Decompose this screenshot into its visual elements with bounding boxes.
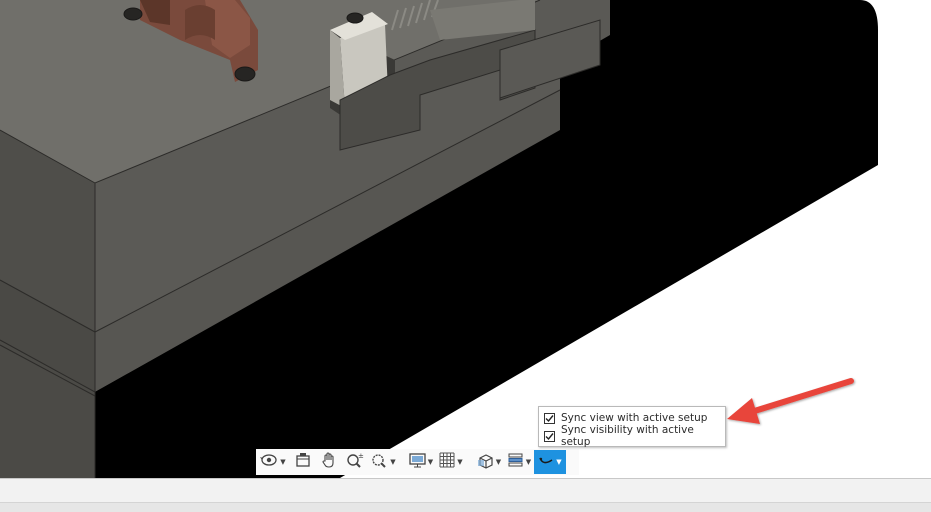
section-analysis-button[interactable]: ▼ [504, 450, 534, 474]
look-at-button[interactable] [290, 450, 316, 474]
pan-icon [321, 451, 337, 473]
checkmark-icon [545, 414, 554, 422]
sync-visibility-option[interactable]: Sync visibility with active setup [544, 424, 725, 448]
svg-text:±: ± [358, 452, 364, 460]
fit-button[interactable]: ▼ [368, 450, 398, 474]
sync-setup-icon [538, 453, 554, 471]
display-settings-button[interactable]: ▼ [406, 450, 436, 474]
sync-options-menu: Sync view with active setup Sync visibil… [538, 406, 726, 448]
chevron-down-icon: ▼ [280, 458, 286, 466]
cad-model-viewport[interactable] [0, 0, 931, 478]
chevron-down-icon: ▼ [525, 458, 532, 466]
checkmark-icon [545, 432, 554, 440]
view-cube-button[interactable]: ▼ [474, 450, 504, 474]
view-cube-icon [477, 452, 494, 473]
display-settings-icon [409, 452, 426, 472]
grid-button[interactable]: ▼ [436, 450, 466, 474]
sync-view-checkbox[interactable] [544, 412, 555, 424]
orbit-icon [260, 452, 278, 472]
model-render [0, 0, 878, 478]
sync-view-label: Sync view with active setup [561, 412, 708, 424]
fit-icon [370, 452, 388, 473]
chevron-down-icon: ▼ [457, 458, 463, 466]
chevron-down-icon: ▼ [390, 458, 396, 466]
chevron-down-icon: ▼ [556, 458, 562, 466]
navigation-toolbar: ▼ ± ▼ ▼ ▼ ▼ ▼ ▼ [256, 449, 579, 475]
orbit-button[interactable]: ▼ [256, 450, 290, 474]
grid-icon [439, 452, 455, 472]
status-bar-inner [0, 502, 931, 512]
sync-visibility-label: Sync visibility with active setup [561, 424, 694, 448]
pan-button[interactable] [316, 450, 342, 474]
look-at-icon [295, 452, 311, 472]
chevron-down-icon: ▼ [495, 458, 502, 466]
zoom-button[interactable]: ± [342, 450, 368, 474]
status-bar [0, 478, 931, 512]
chevron-down-icon: ▼ [427, 458, 434, 466]
sync-setup-button[interactable]: ▼ [534, 450, 566, 474]
sync-visibility-checkbox[interactable] [544, 430, 555, 442]
zoom-icon: ± [346, 452, 364, 473]
section-analysis-icon [507, 452, 524, 472]
